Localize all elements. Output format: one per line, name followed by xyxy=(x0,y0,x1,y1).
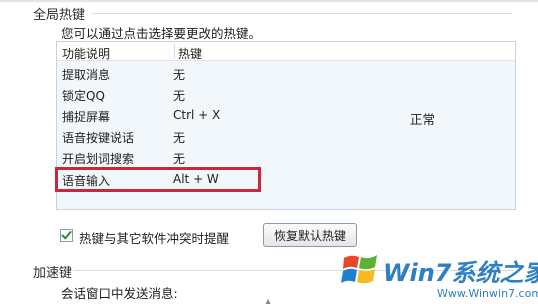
row-hotkey-value[interactable]: 无 xyxy=(173,66,185,83)
windows-flag-icon xyxy=(341,255,377,284)
window-top-edge xyxy=(0,0,538,2)
row-function-label: 语音按键说话 xyxy=(62,131,135,145)
hotkey-table-header: 功能说明 热键 xyxy=(57,42,515,61)
conflict-reminder-label[interactable]: 热键与其它软件冲突时提醒 xyxy=(79,228,229,247)
hotkey-row-extract-message[interactable]: 提取消息 无 xyxy=(57,63,515,84)
column-header-hotkey[interactable]: 热键 xyxy=(178,45,202,62)
send-message-label: 会话窗口中发送消息: xyxy=(61,286,178,301)
row-hotkey-value[interactable]: 无 xyxy=(173,129,185,146)
checkmark-icon xyxy=(61,231,72,240)
hotkey-hint: 您可以通过点击选择要更改的热键。 xyxy=(61,26,262,41)
accelerator-title: 加速键 xyxy=(33,266,73,281)
resize-grip-icon[interactable]: ▲ xyxy=(265,297,271,304)
hotkey-row-lock-qq[interactable]: 锁定QQ 无 xyxy=(57,84,515,105)
column-header-function[interactable]: 功能说明 xyxy=(62,45,110,62)
row-function-label: 捕捉屏幕 xyxy=(62,110,111,124)
row-hotkey-value[interactable]: 无 xyxy=(173,150,185,167)
row-hotkey-value[interactable]: 无 xyxy=(173,87,185,104)
group-divider xyxy=(92,13,512,14)
hotkey-status: 正常 xyxy=(410,112,436,127)
column-divider[interactable] xyxy=(174,44,175,59)
row-hotkey-value[interactable]: Ctrl + X xyxy=(173,108,220,122)
watermark-brand: Win7系统之家 xyxy=(383,259,538,287)
hotkey-row-push-to-talk[interactable]: 语音按键说话 无 xyxy=(57,126,515,147)
row-function-label: 开启划词搜索 xyxy=(62,152,135,166)
global-hotkeys-title: 全局热键 xyxy=(33,8,86,23)
conflict-reminder-checkbox[interactable] xyxy=(60,229,73,242)
restore-default-hotkeys-button[interactable]: 恢复默认热键 xyxy=(263,223,357,247)
row-function-label: 提取消息 xyxy=(62,68,111,82)
watermark-domain: Www.Winwin7.com xyxy=(437,287,538,300)
row-function-label: 锁定QQ xyxy=(62,89,105,103)
highlight-box xyxy=(55,167,261,192)
hotkey-row-word-search[interactable]: 开启划词搜索 无 xyxy=(57,147,515,168)
hotkey-row-capture-screen[interactable]: 捕捉屏幕 Ctrl + X xyxy=(57,105,515,126)
watermark: Win7系统之家 Www.Winwin7.com xyxy=(341,247,538,304)
